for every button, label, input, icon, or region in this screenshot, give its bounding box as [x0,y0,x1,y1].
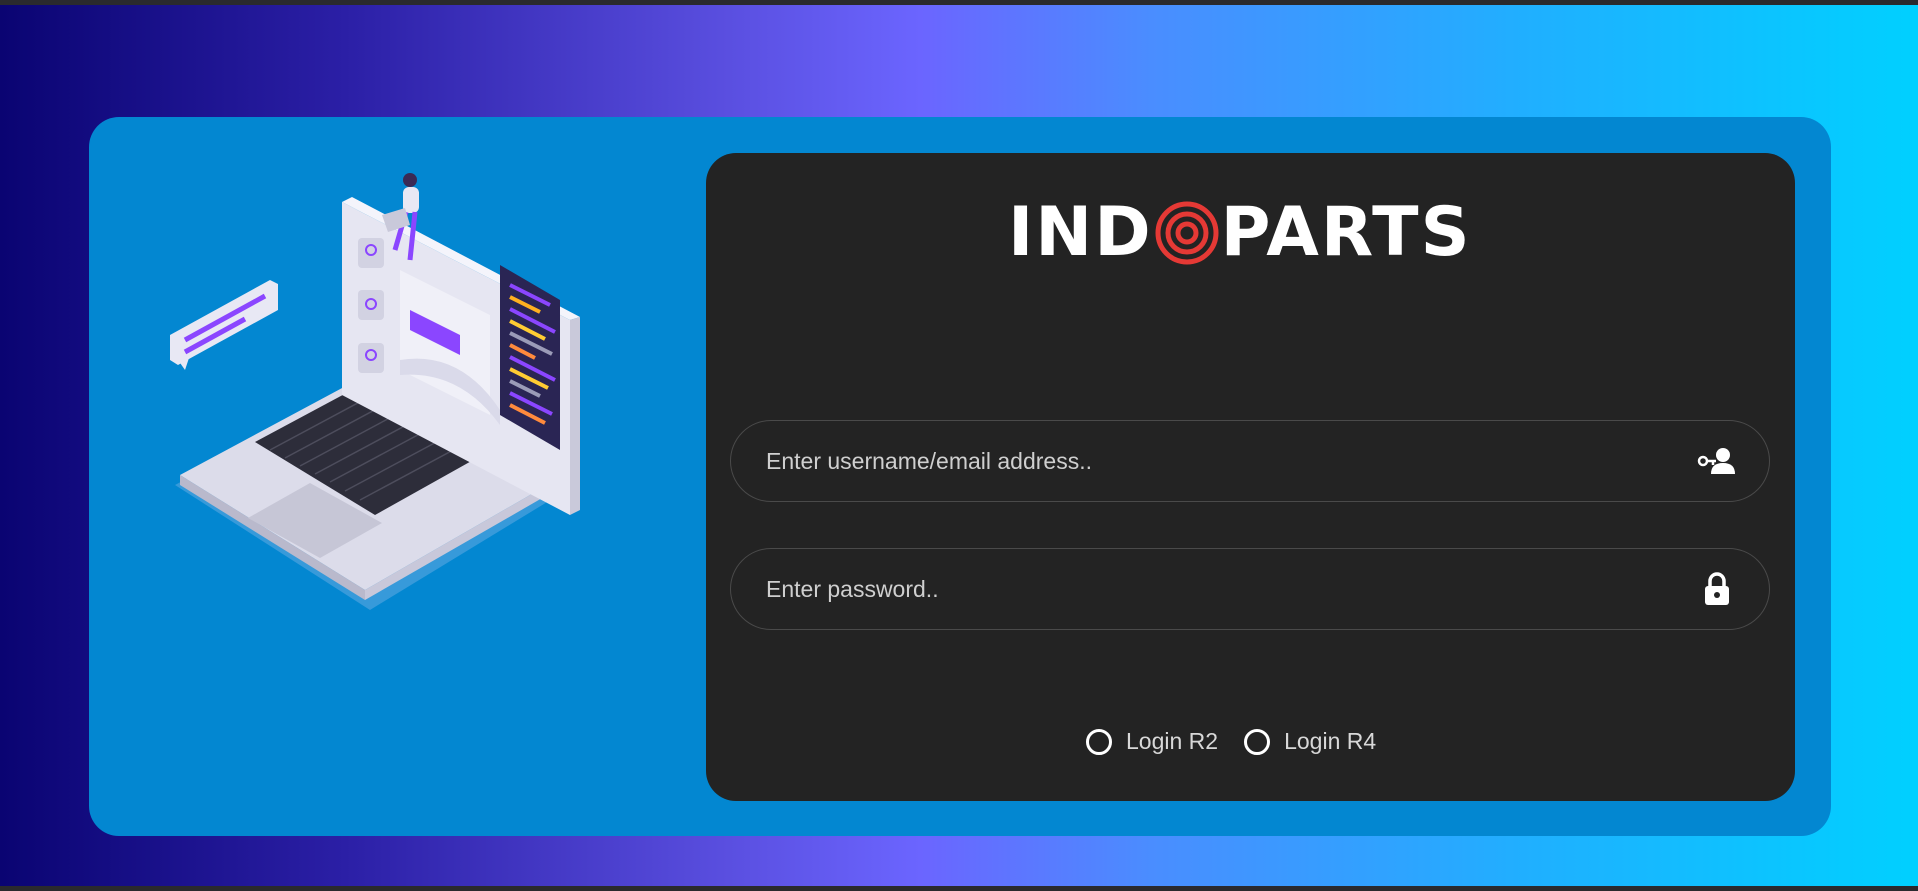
login-type-radio-group: Login R2 Login R4 [1086,728,1402,755]
logo-text-left: IND [1008,193,1153,272]
user-key-icon [1695,439,1739,483]
password-input[interactable] [731,548,1695,630]
radio-label: Login R4 [1284,728,1377,754]
logo-target-icon [1155,201,1219,265]
radio-label: Login R2 [1126,728,1219,754]
username-field[interactable] [730,420,1770,502]
radio-login-r2[interactable]: Login R2 [1086,728,1218,755]
radio-login-r4[interactable]: Login R4 [1244,728,1376,755]
laptop-illustration [170,173,580,610]
logo-text-right: PARTS [1220,193,1472,272]
radio-button[interactable] [1244,728,1271,755]
indoparts-logo: IND PARTS [1008,198,1472,268]
username-input[interactable] [731,420,1695,502]
lock-icon [1695,567,1739,611]
password-field[interactable] [730,548,1770,630]
radio-button[interactable] [1086,728,1112,755]
